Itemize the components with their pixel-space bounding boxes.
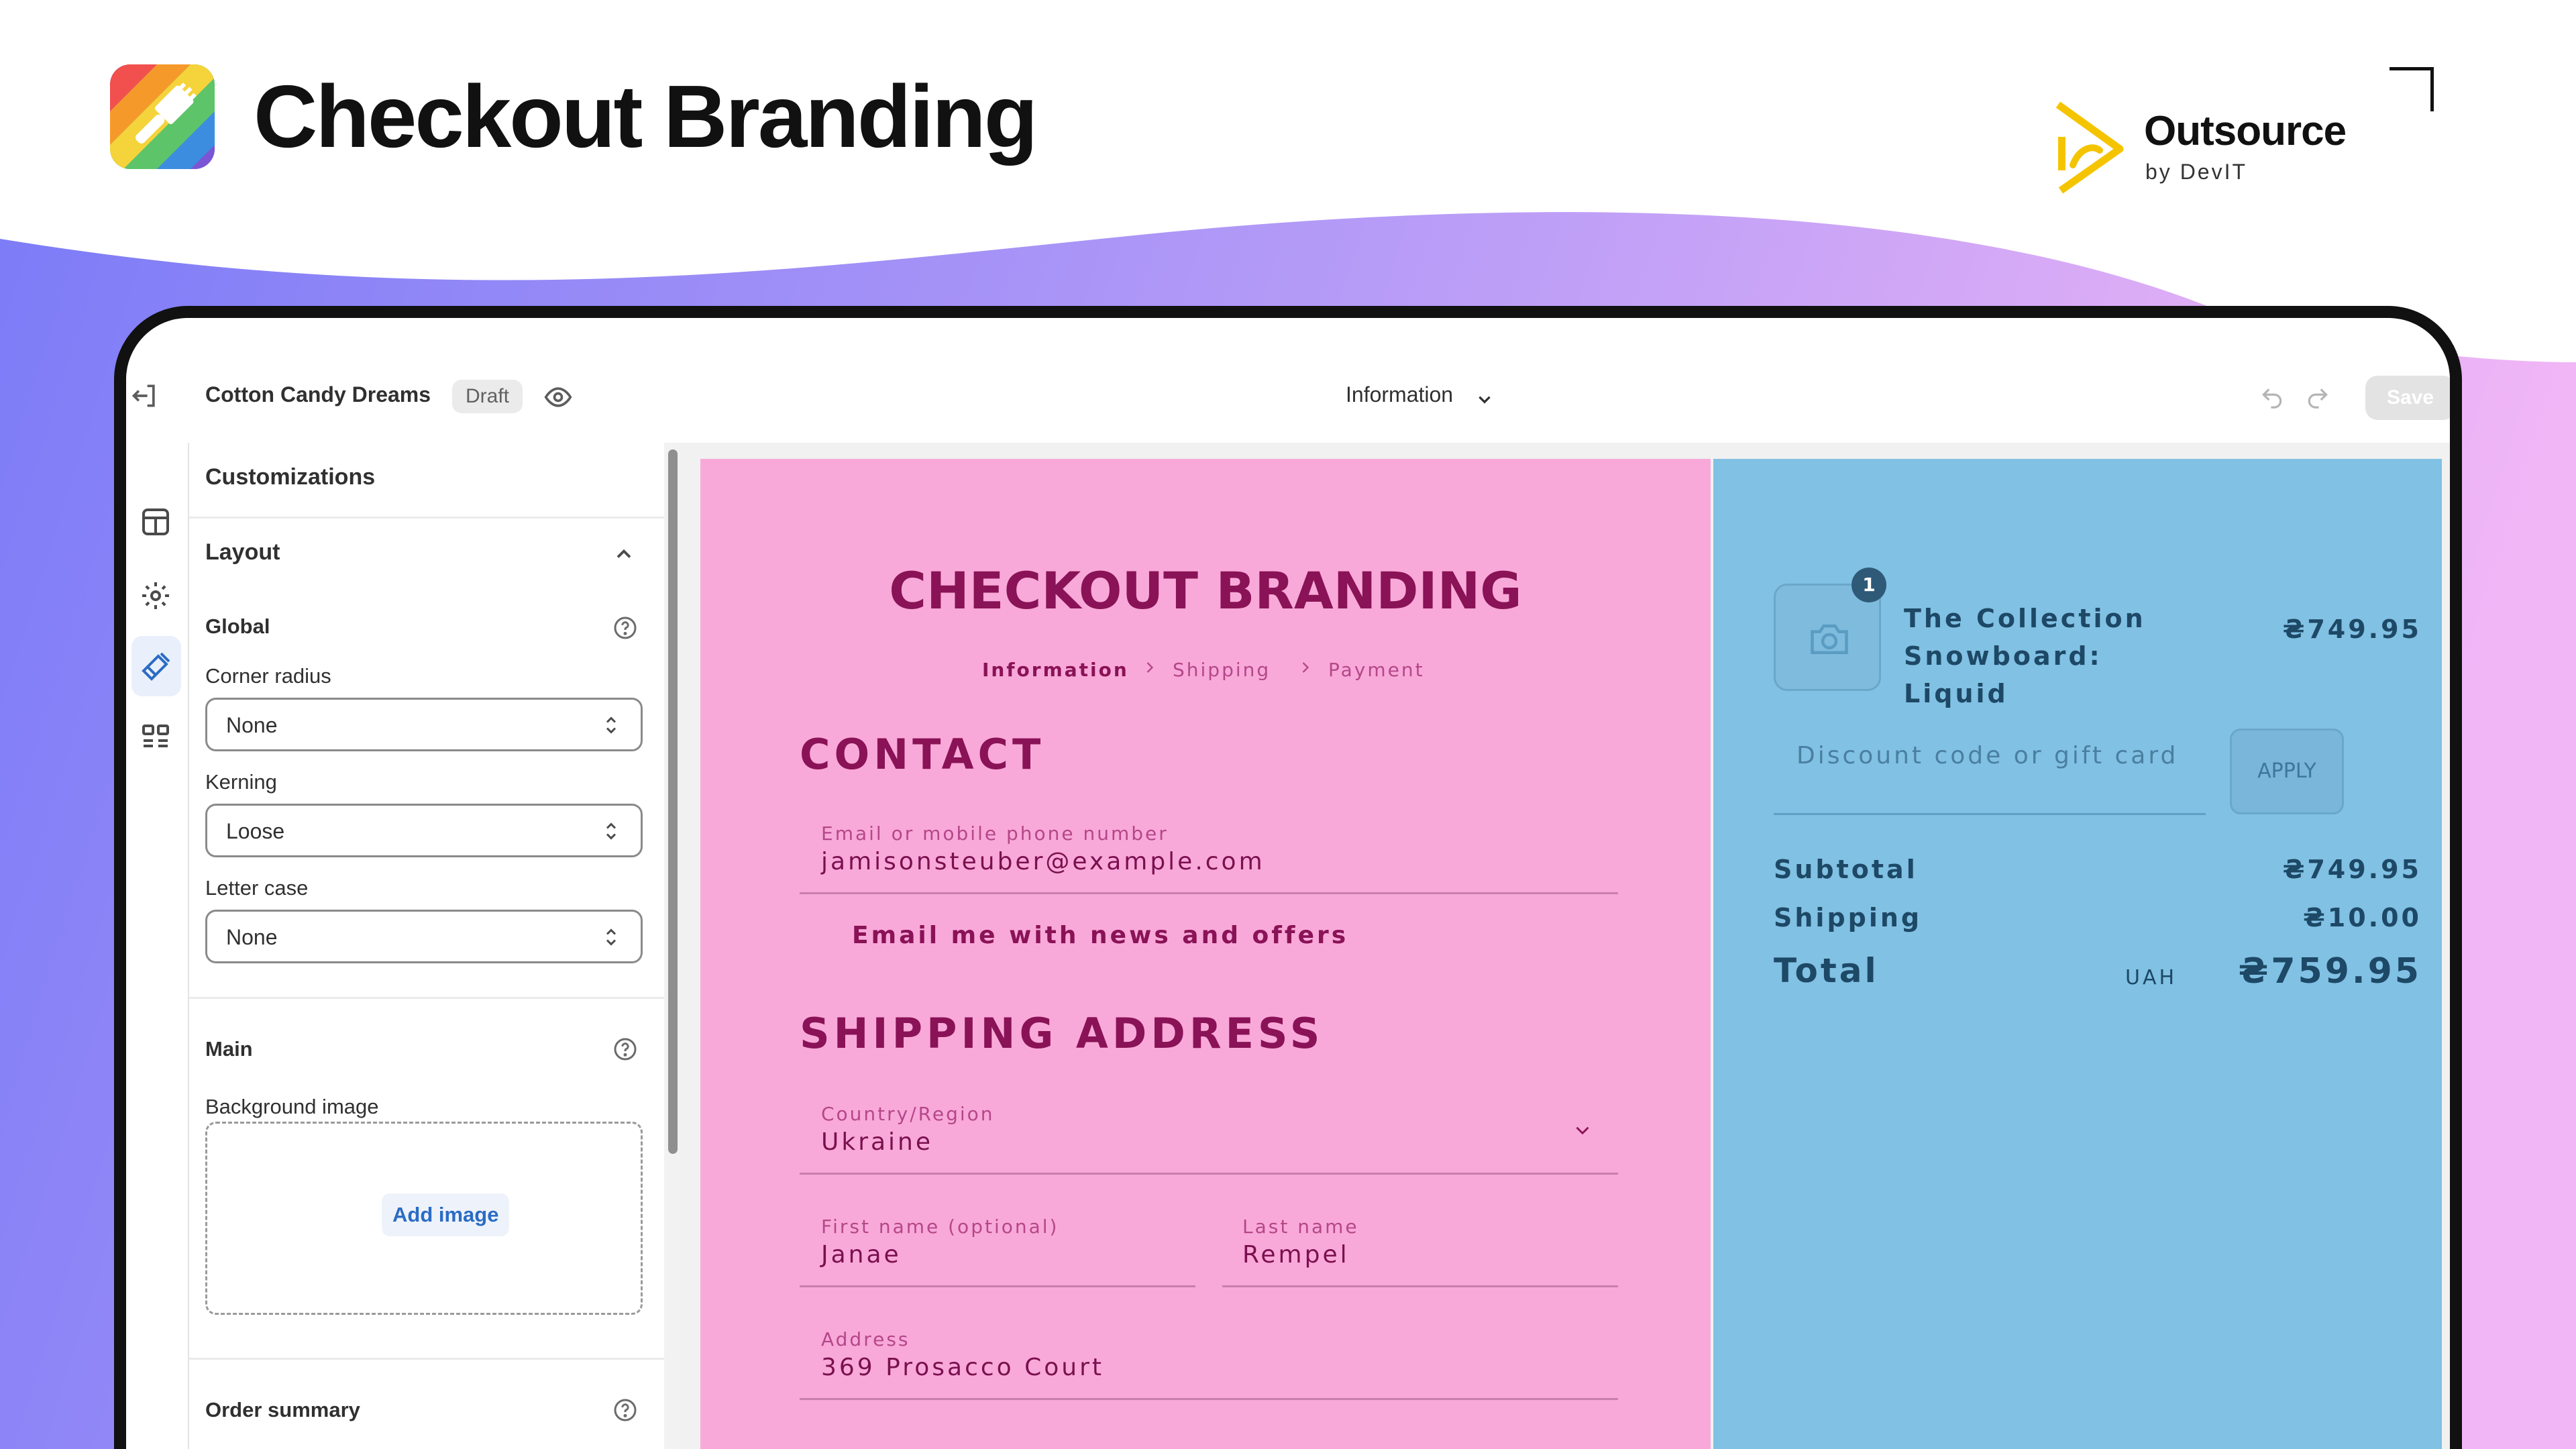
divider xyxy=(189,517,664,519)
first-name-field[interactable]: Janae xyxy=(821,1241,902,1269)
corner-radius-label: Corner radius xyxy=(205,664,331,688)
redo-icon[interactable] xyxy=(2305,385,2330,411)
total-label: Total xyxy=(1774,951,1879,990)
chevron-down-icon[interactable] xyxy=(1476,390,1493,408)
select-arrows-icon xyxy=(606,822,616,840)
email-label: Email or mobile phone number xyxy=(821,822,1169,845)
customizations-panel: Customizations Layout Global Corner radi… xyxy=(189,443,664,1449)
outsource-logo-icon xyxy=(2055,101,2124,194)
breadcrumb-payment[interactable]: Payment xyxy=(1328,659,1425,681)
settings-gear-icon[interactable] xyxy=(140,580,172,612)
theme-name: Cotton Candy Dreams xyxy=(205,382,431,407)
discount-code-input[interactable]: Discount code or gift card xyxy=(1796,742,2178,769)
product-name: The Collection Snowboard: Liquid xyxy=(1904,604,2146,708)
brush-styling-icon[interactable] xyxy=(140,651,172,683)
country-underline xyxy=(800,1173,1618,1175)
email-field[interactable]: jamisonsteuber@example.com xyxy=(821,848,1265,875)
country-select[interactable]: Ukraine xyxy=(821,1128,933,1156)
first-name-underline xyxy=(800,1285,1195,1287)
apply-discount-button[interactable]: APPLY xyxy=(2230,729,2344,814)
kerning-select[interactable]: Loose xyxy=(205,804,643,857)
help-circle-icon[interactable] xyxy=(612,1397,639,1424)
address-field[interactable]: 369 Prosacco Court xyxy=(821,1354,1104,1381)
main-subsection-title: Main xyxy=(205,1037,253,1061)
chevron-down-icon[interactable] xyxy=(1571,1119,1594,1142)
brand-subtitle: by DevIT xyxy=(2145,160,2248,184)
last-name-underline xyxy=(1222,1285,1618,1287)
shipping-label: Shipping xyxy=(1774,903,1923,932)
panel-heading: Customizations xyxy=(205,464,376,490)
status-badge: Draft xyxy=(452,380,523,413)
shipping-value: ₴10.00 xyxy=(2303,903,2422,932)
layout-sections-icon[interactable] xyxy=(140,506,172,538)
divider xyxy=(189,997,664,999)
select-arrows-icon xyxy=(606,716,616,734)
shipping-address-heading: SHIPPING ADDRESS xyxy=(800,1009,1324,1058)
first-name-label: First name (optional) xyxy=(821,1216,1059,1238)
checkout-shop-title: CHECKOUT BRANDING xyxy=(889,561,1522,621)
exit-icon[interactable] xyxy=(130,381,160,411)
divider xyxy=(189,1358,664,1360)
brand-name: Outsource xyxy=(2144,108,2347,154)
corner-radius-value: None xyxy=(226,713,278,737)
order-summary-subsection-title: Order summary xyxy=(205,1398,360,1421)
undo-icon[interactable] xyxy=(2259,385,2285,411)
quantity-badge: 1 xyxy=(1851,568,1886,602)
camera-placeholder-icon xyxy=(1811,624,1848,655)
select-arrows-icon xyxy=(606,928,616,946)
page-selector[interactable]: Information xyxy=(1346,382,1453,407)
chevron-right-icon xyxy=(1146,662,1154,673)
breadcrumb-information[interactable]: Information xyxy=(982,659,1129,681)
app-logo xyxy=(110,64,215,169)
last-name-field[interactable]: Rempel xyxy=(1242,1241,1350,1269)
corner-bracket-decoration xyxy=(2390,67,2434,111)
background-image-dropzone[interactable]: Add image xyxy=(205,1122,643,1315)
panel-scrollbar-thumb[interactable] xyxy=(668,449,678,1154)
help-circle-icon[interactable] xyxy=(612,1036,639,1063)
layout-section-title[interactable]: Layout xyxy=(205,539,280,566)
contact-heading: CONTACT xyxy=(800,730,1045,779)
subtotal-value: ₴749.95 xyxy=(2282,855,2422,884)
add-image-button[interactable]: Add image xyxy=(382,1193,510,1236)
letter-case-value: None xyxy=(226,925,278,949)
address-label: Address xyxy=(821,1328,910,1350)
help-circle-icon[interactable] xyxy=(612,614,639,641)
preview-eye-icon[interactable] xyxy=(543,382,573,412)
breadcrumb-shipping[interactable]: Shipping xyxy=(1173,659,1271,681)
letter-case-select[interactable]: None xyxy=(205,910,643,963)
country-label: Country/Region xyxy=(821,1103,995,1125)
editor-screen: Cotton Candy Dreams Draft Information Sa… xyxy=(126,318,2450,1449)
save-button[interactable]: Save xyxy=(2365,376,2450,420)
last-name-label: Last name xyxy=(1242,1216,1359,1238)
chevron-up-icon[interactable] xyxy=(612,542,636,566)
apps-blocks-icon[interactable] xyxy=(140,720,172,753)
product-price: ₴749.95 xyxy=(2282,614,2422,644)
editor-topbar: Cotton Candy Dreams Draft Information Sa… xyxy=(126,318,2450,443)
global-subsection-title: Global xyxy=(205,614,270,638)
corner-radius-select[interactable]: None xyxy=(205,698,643,751)
hero-title: Checkout Branding xyxy=(254,67,1038,166)
background-image-label: Background image xyxy=(205,1095,379,1118)
address-underline xyxy=(800,1398,1618,1400)
kerning-value: Loose xyxy=(226,819,285,843)
total-value: ₴759.95 xyxy=(2238,951,2422,991)
newsletter-checkbox-label[interactable]: Email me with news and offers xyxy=(852,922,1348,949)
email-underline xyxy=(800,892,1618,894)
chevron-right-icon xyxy=(1302,662,1309,673)
kerning-label: Kerning xyxy=(205,770,277,794)
subtotal-label: Subtotal xyxy=(1774,855,1918,884)
discount-underline xyxy=(1774,813,2206,815)
currency-code: UAH xyxy=(2125,966,2178,989)
letter-case-label: Letter case xyxy=(205,876,309,900)
